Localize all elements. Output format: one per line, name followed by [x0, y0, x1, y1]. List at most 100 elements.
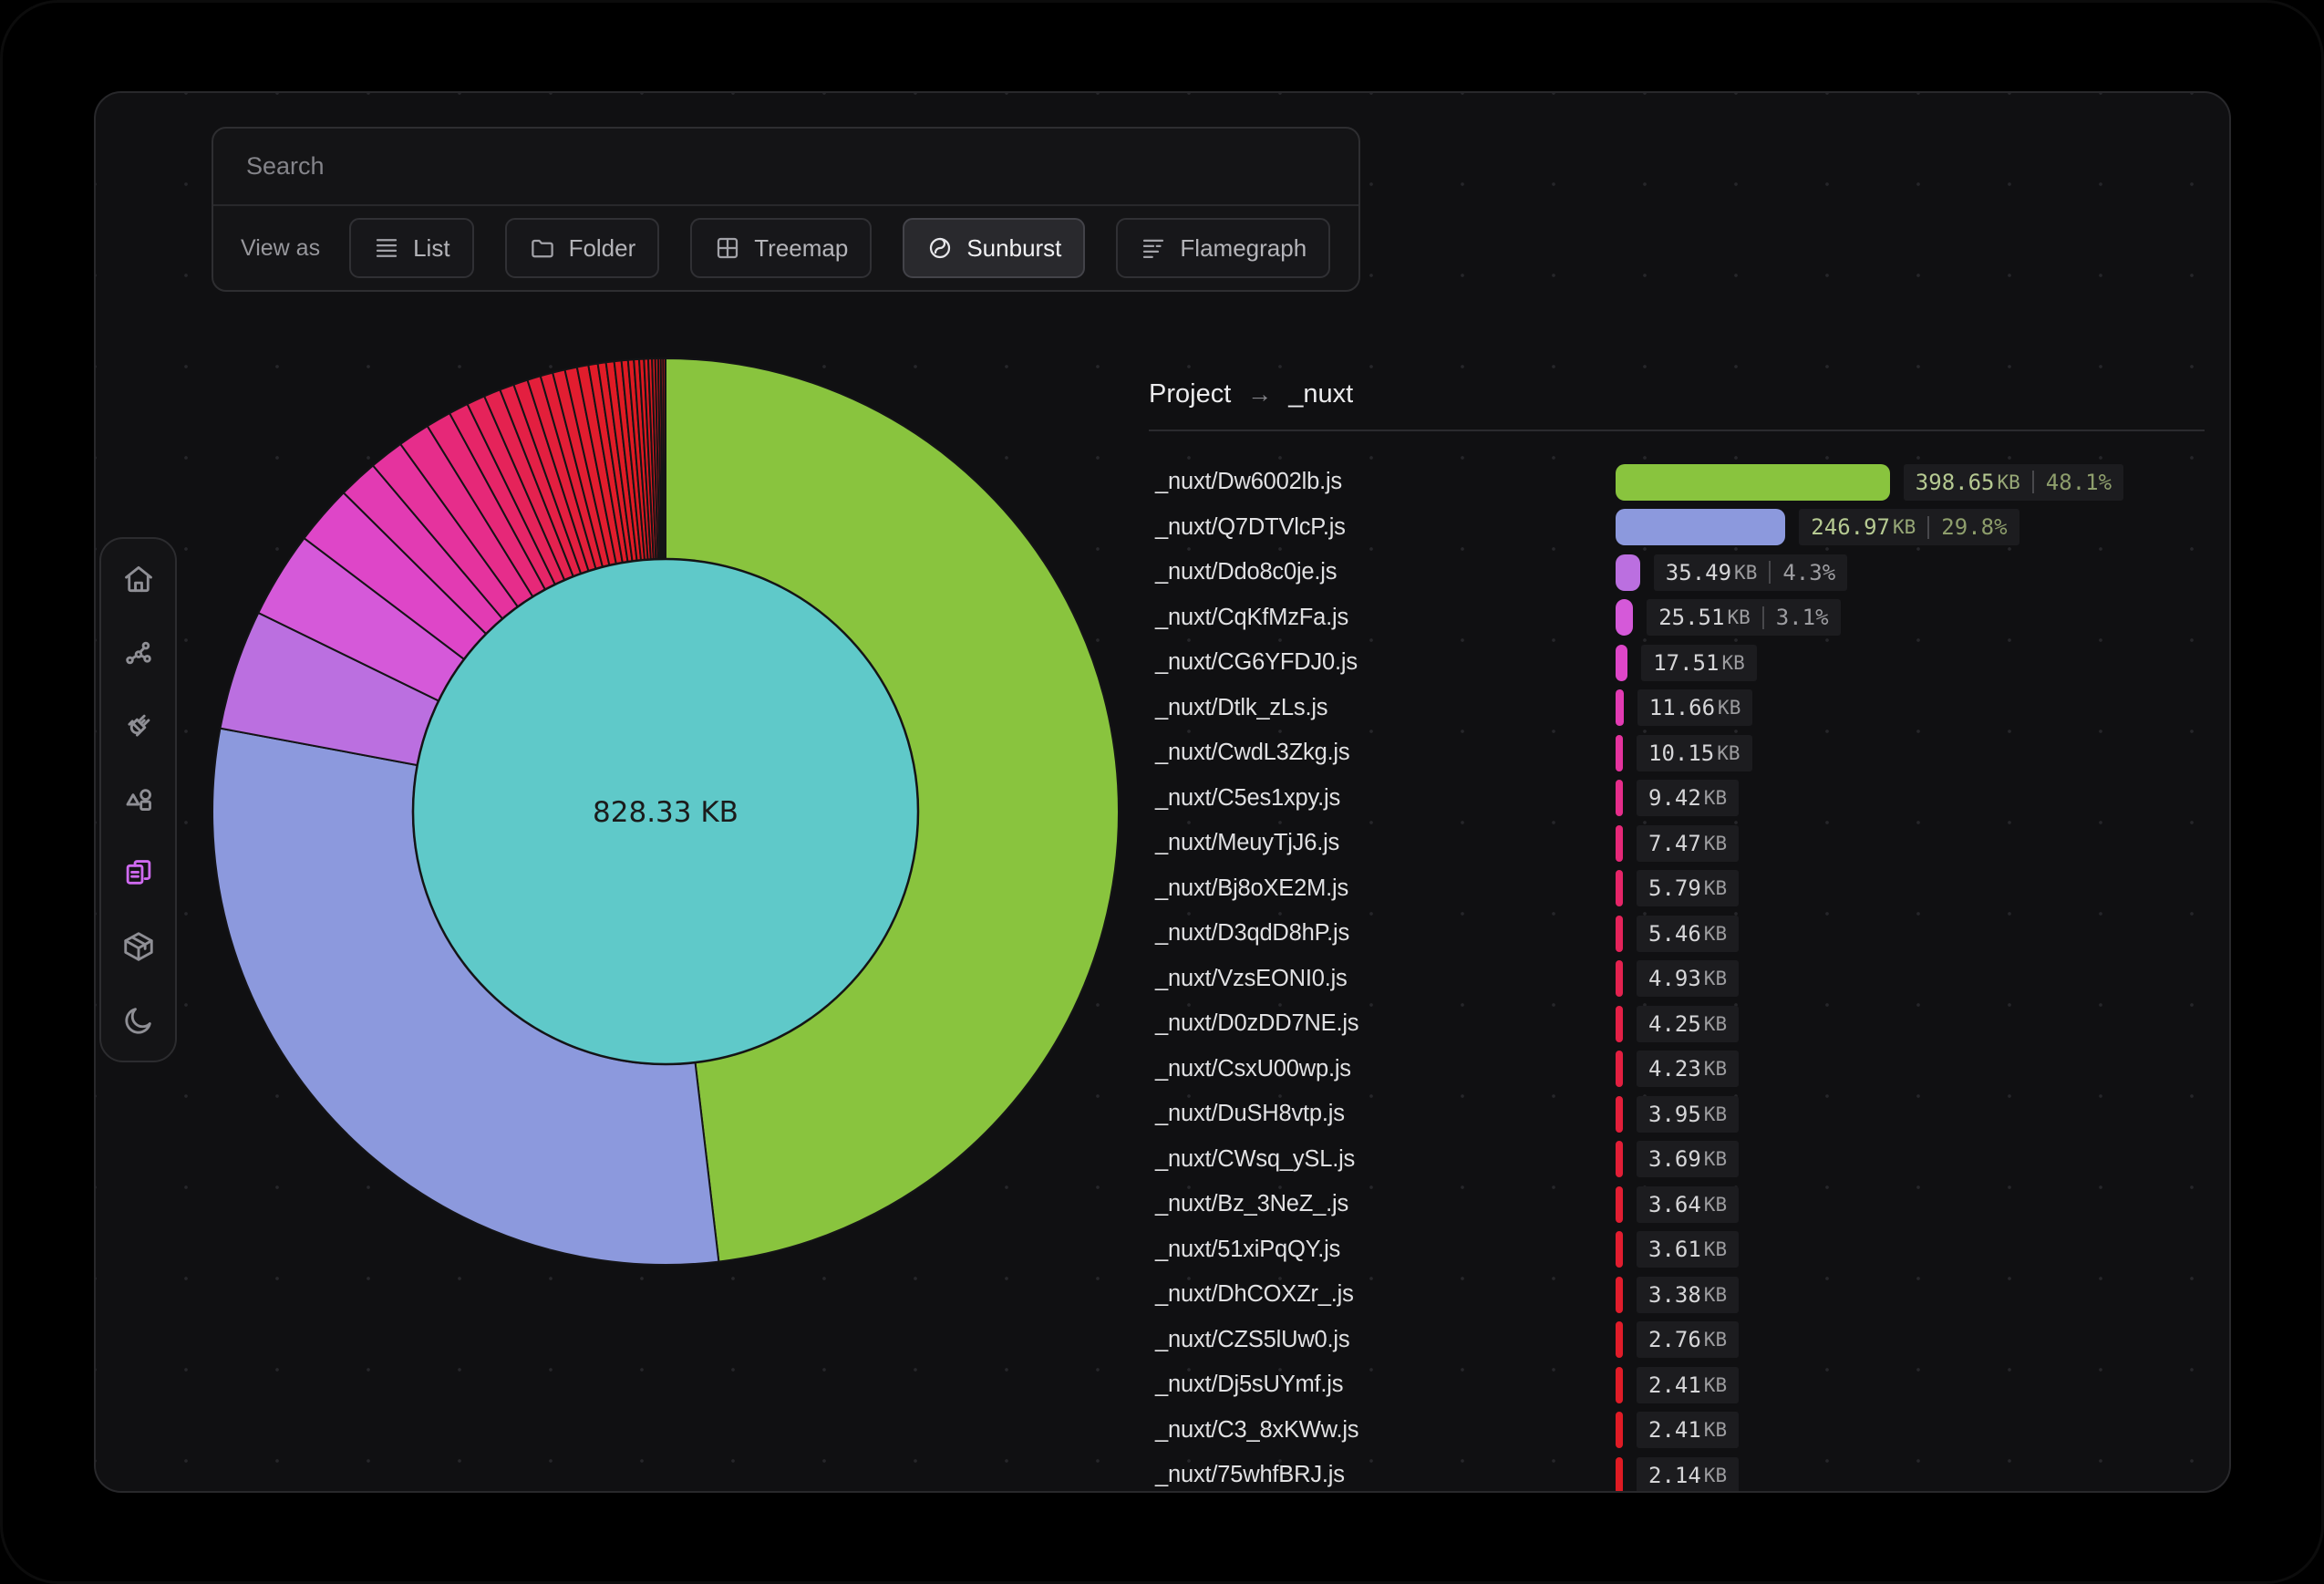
file-name: _nuxt/51xiPqQY.js	[1155, 1236, 1341, 1262]
chart-center-label: 828.33 KB	[593, 796, 739, 829]
view-button-label: Folder	[568, 233, 636, 262]
size-badge: 2.14 KB	[1637, 1456, 1740, 1491]
search-row	[213, 129, 1358, 206]
file-row[interactable]: _nuxt/Ddo8c0je.js 35.49 KB 4.3%	[1155, 550, 2222, 595]
nodes-icon	[121, 636, 156, 670]
file-name: _nuxt/MeuyTjJ6.js	[1155, 830, 1340, 856]
file-row[interactable]: _nuxt/D0zDD7NE.js 4.25 KB	[1155, 1001, 2222, 1047]
file-name: _nuxt/C5es1xpy.js	[1155, 784, 1341, 811]
file-row[interactable]: _nuxt/Dw6002lb.js 398.65 KB 48.1%	[1155, 460, 2222, 505]
size-bar	[1616, 824, 1623, 862]
size-unit: KB	[1703, 877, 1728, 900]
size-value: 35.49	[1665, 559, 1732, 585]
view-button-folder[interactable]: Folder	[504, 218, 660, 278]
file-row[interactable]: _nuxt/Q7DTVlcP.js 246.97 KB 29.8%	[1155, 505, 2222, 551]
sidebar-item-graph[interactable]	[119, 633, 159, 673]
file-row[interactable]: _nuxt/75whfBRJ.js 2.14 KB	[1155, 1453, 2222, 1491]
breadcrumb-current[interactable]: _nuxt	[1288, 379, 1353, 409]
shapes-icon	[121, 782, 156, 817]
view-button-list[interactable]: List	[349, 218, 474, 278]
size-value: 3.61	[1648, 1237, 1701, 1263]
sidebar-item-assets[interactable]	[119, 854, 159, 894]
file-name: _nuxt/Dj5sUYmf.js	[1155, 1372, 1344, 1398]
size-badge: 246.97 KB 29.8%	[1799, 509, 2019, 546]
size-badge: 7.47 KB	[1637, 824, 1740, 862]
file-row[interactable]: _nuxt/CG6YFDJ0.js 17.51 KB	[1155, 640, 2222, 686]
file-row[interactable]: _nuxt/CqKfMzFa.js 25.51 KB 3.1%	[1155, 595, 2222, 641]
size-unit: KB	[1703, 922, 1728, 945]
size-percent: 4.3%	[1782, 559, 1836, 585]
folder-icon	[529, 234, 556, 262]
size-value: 5.46	[1648, 920, 1701, 947]
size-value: 25.51	[1658, 605, 1725, 631]
file-row[interactable]: _nuxt/Dj5sUYmf.js 2.41 KB	[1155, 1362, 2222, 1408]
sidebar-item-components[interactable]	[119, 780, 159, 820]
size-badge: 3.95 KB	[1637, 1095, 1740, 1133]
file-row[interactable]: _nuxt/Bj8oXE2M.js 5.79 KB	[1155, 866, 2222, 912]
view-as-row: View as List Folder Treemap Sunburst Flamegr…	[213, 206, 1358, 290]
moon-icon	[121, 1003, 156, 1038]
sunburst-segment[interactable]	[662, 357, 666, 561]
file-name: _nuxt/DhCOXZr_.js	[1155, 1281, 1354, 1308]
size-bar	[1616, 1231, 1623, 1268]
sidebar-item-theme[interactable]	[119, 1000, 159, 1040]
view-button-treemap[interactable]: Treemap	[690, 218, 873, 278]
size-badge: 25.51 KB 3.1%	[1647, 599, 1841, 637]
size-value: 2.41	[1648, 1417, 1701, 1444]
size-bar	[1616, 644, 1628, 681]
size-unit: KB	[1893, 516, 1916, 539]
sidebar-item-plugins[interactable]	[119, 706, 159, 746]
breadcrumb: Project → _nuxt	[1149, 379, 1353, 409]
file-row[interactable]: _nuxt/DuSH8vtp.js 3.95 KB	[1155, 1092, 2222, 1137]
size-unit: KB	[1703, 1238, 1728, 1261]
size-unit: KB	[1721, 651, 1745, 674]
file-name: _nuxt/D0zDD7NE.js	[1155, 1010, 1359, 1037]
file-row[interactable]: _nuxt/51xiPqQY.js 3.61 KB	[1155, 1227, 2222, 1273]
file-name: _nuxt/Bj8oXE2M.js	[1155, 875, 1349, 901]
size-unit: KB	[1703, 1193, 1728, 1216]
file-row[interactable]: _nuxt/CwdL3Zkg.js 10.15 KB	[1155, 730, 2222, 776]
file-row[interactable]: _nuxt/Bz_3NeZ_.js 3.64 KB	[1155, 1182, 2222, 1227]
divider	[1149, 430, 2205, 431]
size-bar	[1616, 599, 1634, 637]
size-badge: 3.61 KB	[1637, 1231, 1740, 1268]
flamegraph-icon	[1140, 234, 1167, 262]
size-badge: 2.41 KB	[1637, 1412, 1740, 1449]
view-button-sunburst[interactable]: Sunburst	[903, 218, 1086, 278]
size-value: 4.25	[1648, 1010, 1701, 1037]
size-value: 3.64	[1648, 1191, 1701, 1217]
search-input[interactable]	[246, 152, 1326, 181]
size-value: 17.51	[1653, 649, 1720, 676]
file-name: _nuxt/75whfBRJ.js	[1155, 1462, 1345, 1488]
file-name: _nuxt/Dw6002lb.js	[1155, 469, 1342, 495]
size-unit: KB	[1703, 787, 1728, 810]
size-unit: KB	[1703, 1058, 1728, 1081]
view-button-flamegraph[interactable]: Flamegraph	[1116, 218, 1331, 278]
size-value: 7.47	[1648, 830, 1701, 856]
home-icon	[121, 562, 156, 596]
size-badge: 398.65 KB 48.1%	[1903, 463, 2124, 501]
file-row[interactable]: _nuxt/CsxU00wp.js 4.23 KB	[1155, 1047, 2222, 1092]
file-row[interactable]: _nuxt/D3qdD8hP.js 5.46 KB	[1155, 911, 2222, 957]
file-row[interactable]: _nuxt/C3_8xKWw.js 2.41 KB	[1155, 1408, 2222, 1454]
file-row[interactable]: _nuxt/CZS5lUw0.js 2.76 KB	[1155, 1318, 2222, 1363]
file-name: _nuxt/CG6YFDJ0.js	[1155, 649, 1358, 676]
file-row[interactable]: _nuxt/Dtlk_zLs.js 11.66 KB	[1155, 686, 2222, 731]
breadcrumb-root[interactable]: Project	[1149, 379, 1231, 409]
file-row[interactable]: _nuxt/CWsq_ySL.js 3.69 KB	[1155, 1137, 2222, 1183]
sidebar-item-overview[interactable]	[119, 559, 159, 599]
divider	[2031, 471, 2034, 494]
size-unit: KB	[1703, 1283, 1728, 1306]
sidebar-item-packages[interactable]	[119, 927, 159, 967]
file-row[interactable]: _nuxt/C5es1xpy.js 9.42 KB	[1155, 776, 2222, 822]
file-row[interactable]: _nuxt/MeuyTjJ6.js 7.47 KB	[1155, 821, 2222, 866]
size-value: 9.42	[1648, 785, 1701, 812]
search-toolbar-panel: View as List Folder Treemap Sunburst Flamegr…	[212, 127, 1360, 292]
file-row[interactable]: _nuxt/VzsEONI0.js 4.93 KB	[1155, 957, 2222, 1002]
size-unit: KB	[1703, 1373, 1728, 1396]
size-bar	[1616, 780, 1623, 817]
file-row[interactable]: _nuxt/DhCOXZr_.js 3.38 KB	[1155, 1272, 2222, 1318]
size-value: 246.97	[1811, 514, 1890, 541]
size-badge: 17.51 KB	[1641, 644, 1757, 681]
divider	[1769, 561, 1771, 585]
